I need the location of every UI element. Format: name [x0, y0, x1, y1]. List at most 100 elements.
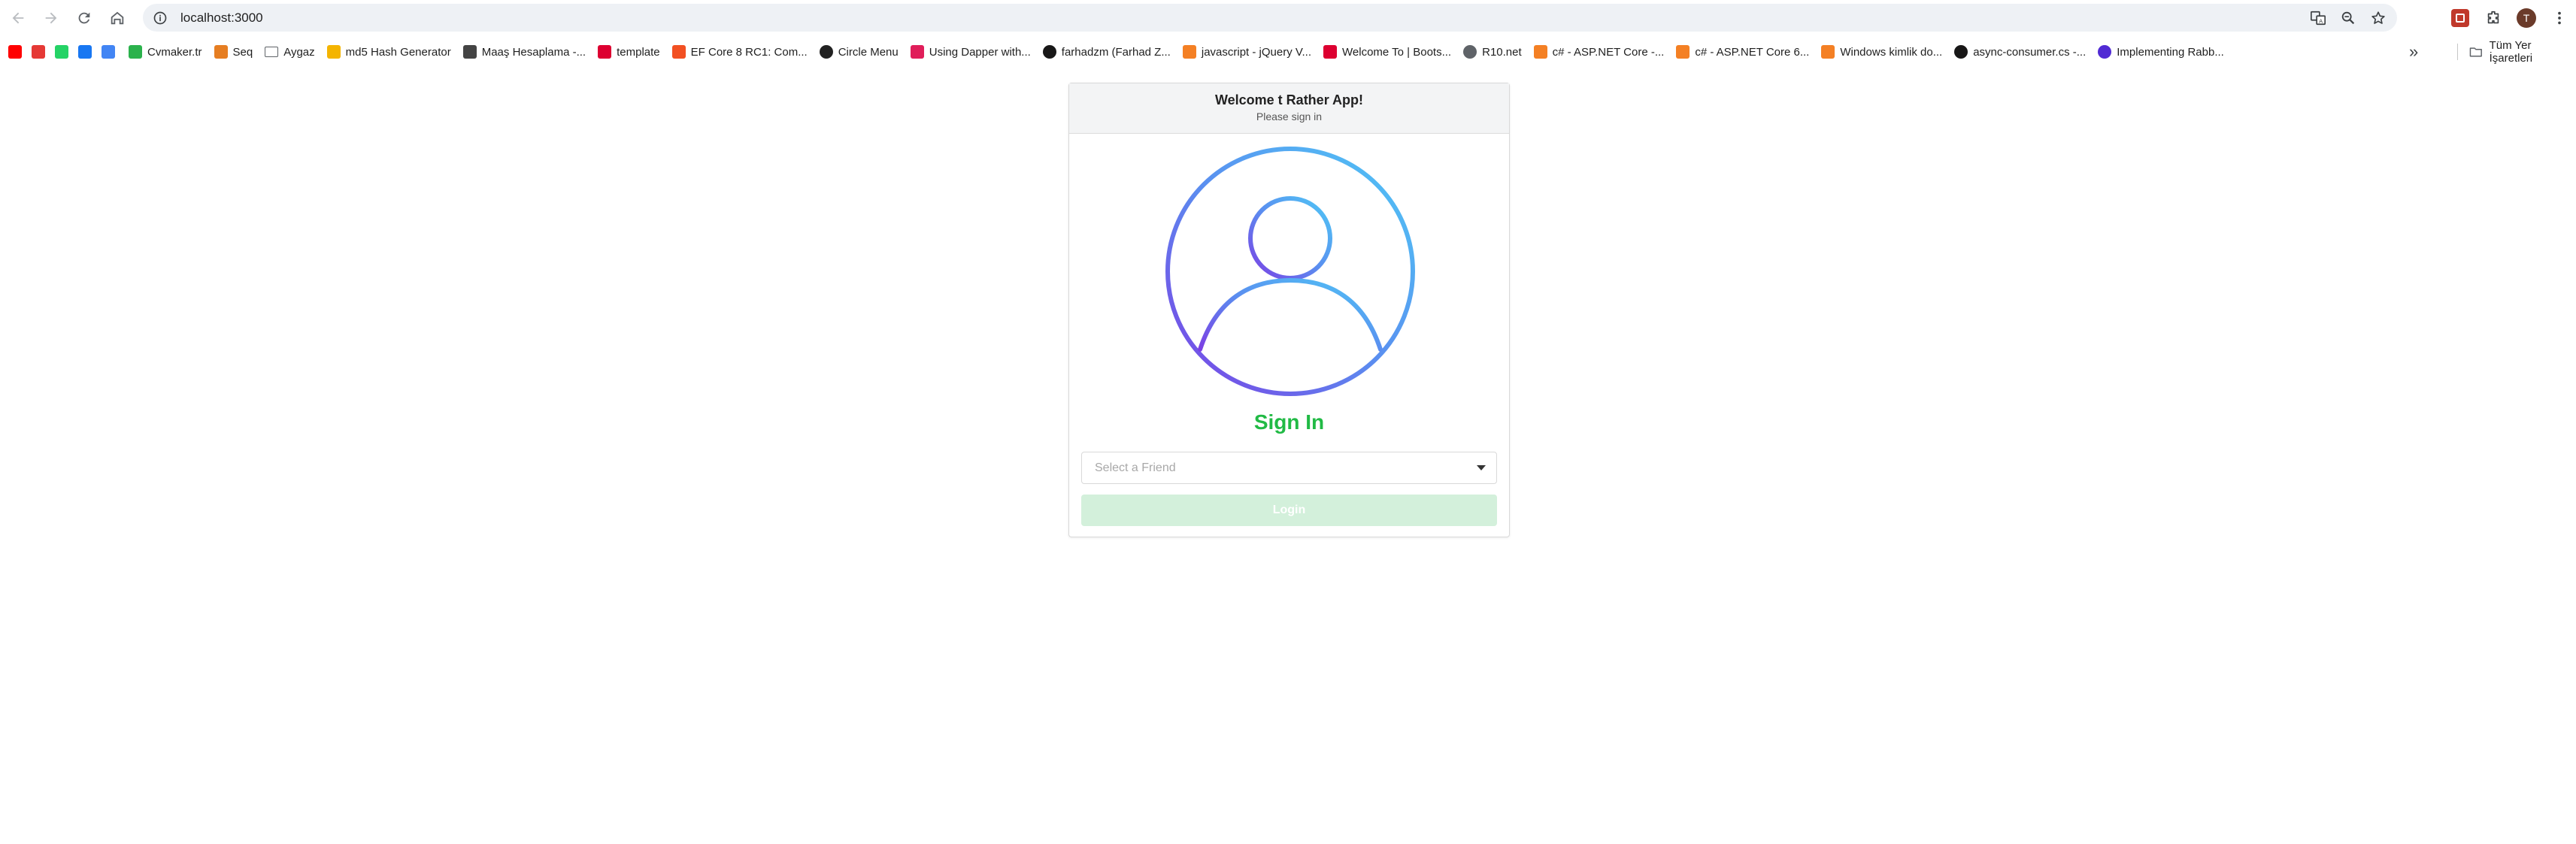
- home-icon: [111, 11, 124, 24]
- stackoverflow-icon: [1821, 45, 1835, 59]
- bookmark-item[interactable]: Seq: [208, 40, 259, 64]
- address-bar[interactable]: localhost:3000 A: [143, 4, 2397, 32]
- codepen-icon: [819, 45, 833, 59]
- login-button[interactable]: Login: [1081, 495, 1497, 526]
- github-icon: [1042, 45, 1056, 59]
- bookmark-item[interactable]: c# - ASP.NET Core -...: [1528, 40, 1671, 64]
- bookmark-label: Seq: [232, 45, 253, 59]
- star-icon[interactable]: [2370, 10, 2387, 26]
- bookmark-label: c# - ASP.NET Core -...: [1552, 45, 1665, 59]
- bookmark-item[interactable]: [53, 40, 76, 64]
- flame-icon: [32, 45, 45, 59]
- bookmark-item[interactable]: [6, 40, 29, 64]
- card-header: Welcome t Rather App! Please sign in: [1069, 83, 1509, 134]
- bookmark-item[interactable]: Circle Menu: [814, 40, 905, 64]
- divider: [2457, 44, 2458, 60]
- bookmark-label: template: [617, 45, 660, 59]
- angular-icon: [598, 45, 612, 59]
- extensions-puzzle-icon[interactable]: [2477, 2, 2510, 35]
- bookmark-label: Windows kimlik do...: [1840, 45, 1943, 59]
- bookmark-item[interactable]: async-consumer.cs -...: [1948, 40, 2092, 64]
- dropdown-caret-icon: [1477, 465, 1486, 470]
- bookmark-item[interactable]: [99, 40, 123, 64]
- stackoverflow-icon: [1533, 45, 1547, 59]
- microsoft-icon: [671, 45, 686, 59]
- folder-icon: [2469, 47, 2482, 57]
- github-icon: [1954, 45, 1968, 59]
- calculator-icon: [462, 45, 477, 59]
- bookmark-item[interactable]: c# - ASP.NET Core 6...: [1670, 40, 1815, 64]
- svg-text:A: A: [2319, 17, 2323, 24]
- angular-icon: [1323, 45, 1338, 59]
- login-card: Welcome t Rather App! Please sign in Sig…: [1068, 83, 1510, 537]
- translate-icon[interactable]: A: [2310, 10, 2326, 26]
- stackoverflow-icon: [1182, 45, 1196, 59]
- arrow-left-icon: [12, 12, 24, 23]
- zoom-icon[interactable]: [2340, 10, 2356, 26]
- card-title: Welcome t Rather App!: [1214, 92, 1364, 107]
- cvmaker-icon: [129, 45, 142, 59]
- seq-icon: [214, 45, 228, 59]
- friend-select-placeholder: Select a Friend: [1095, 461, 1176, 474]
- chevron-double-right-icon: »: [2409, 42, 2419, 61]
- user-avatar-icon: [1164, 145, 1417, 398]
- bookmark-label: Cvmaker.tr: [147, 45, 202, 59]
- reload-button[interactable]: [68, 2, 101, 35]
- bookmark-item[interactable]: md5 Hash Generator: [321, 40, 457, 64]
- all-bookmarks-label: Tüm Yer İşaretleri: [2489, 39, 2533, 65]
- globe-icon: [1463, 45, 1477, 59]
- bookmark-label: async-consumer.cs -...: [1973, 45, 2087, 59]
- folder-icon: [265, 47, 279, 57]
- reload-icon: [78, 12, 90, 23]
- back-button[interactable]: [2, 2, 35, 35]
- bookmark-item[interactable]: Maaş Hesaplama -...: [457, 40, 592, 64]
- youtube-icon: [8, 45, 22, 59]
- bookmark-item[interactable]: javascript - jQuery V...: [1177, 40, 1317, 64]
- arrow-right-icon: [45, 12, 57, 23]
- bookmark-label: Maaş Hesaplama -...: [481, 45, 586, 59]
- bookmark-label: md5 Hash Generator: [345, 45, 451, 59]
- whatsapp-icon: [55, 45, 68, 59]
- bookmark-label: Circle Menu: [838, 45, 899, 59]
- bookmark-label: EF Core 8 RC1: Com...: [690, 45, 808, 59]
- md5-icon: [326, 45, 341, 59]
- bookmarks-bar: Cvmaker.tr Seq Aygaz md5 Hash Generator Maaş…: [0, 38, 2576, 66]
- bookmark-label: R10.net: [1482, 45, 1522, 59]
- home-button[interactable]: [101, 2, 134, 35]
- menu-kebab-icon[interactable]: [2543, 2, 2576, 35]
- bookmark-label: Implementing Rabb...: [2117, 45, 2224, 59]
- bookmark-label: Welcome To | Boots...: [1342, 45, 1452, 59]
- profile-avatar[interactable]: T: [2510, 2, 2543, 35]
- bookmark-label: Aygaz: [283, 45, 315, 59]
- friend-select[interactable]: Select a Friend: [1081, 452, 1497, 484]
- extension-icon[interactable]: [2444, 2, 2477, 35]
- bookmark-item[interactable]: Aygaz: [259, 40, 320, 64]
- slack-icon: [910, 45, 924, 59]
- bookmark-item[interactable]: [76, 40, 99, 64]
- translate-icon: [102, 45, 115, 59]
- bookmark-item[interactable]: Windows kimlik do...: [1815, 40, 1948, 64]
- bookmark-item[interactable]: R10.net: [1457, 40, 1528, 64]
- bookmark-item[interactable]: [29, 40, 53, 64]
- bookmark-item[interactable]: farhadzm (Farhad Z...: [1037, 40, 1177, 64]
- bookmark-item[interactable]: Implementing Rabb...: [2092, 40, 2230, 64]
- bookmark-label: c# - ASP.NET Core 6...: [1695, 45, 1810, 59]
- stackoverflow-icon: [1676, 45, 1690, 59]
- bookmark-label: javascript - jQuery V...: [1201, 45, 1312, 59]
- site-info-icon[interactable]: [150, 8, 170, 28]
- url-text[interactable]: localhost:3000: [180, 11, 263, 26]
- sign-in-heading: Sign In: [1253, 410, 1325, 434]
- bookmark-item[interactable]: Welcome To | Boots...: [1317, 40, 1457, 64]
- bookmark-item[interactable]: EF Core 8 RC1: Com...: [666, 40, 814, 64]
- forward-button[interactable]: [35, 2, 68, 35]
- facebook-icon: [78, 45, 92, 59]
- card-subtitle: Please sign in: [1256, 110, 1323, 123]
- bookmarks-overflow-button[interactable]: »: [2409, 38, 2418, 66]
- bookmark-label: Using Dapper with...: [929, 45, 1031, 59]
- bookmark-item[interactable]: Using Dapper with...: [905, 40, 1037, 64]
- all-bookmarks-folder[interactable]: Tüm Yer İşaretleri: [2457, 38, 2576, 66]
- bookmark-item[interactable]: Cvmaker.tr: [123, 40, 208, 64]
- bookmark-label: farhadzm (Farhad Z...: [1061, 45, 1171, 59]
- browser-toolbar: localhost:3000 A T: [0, 0, 2576, 35]
- bookmark-item[interactable]: template: [592, 40, 666, 64]
